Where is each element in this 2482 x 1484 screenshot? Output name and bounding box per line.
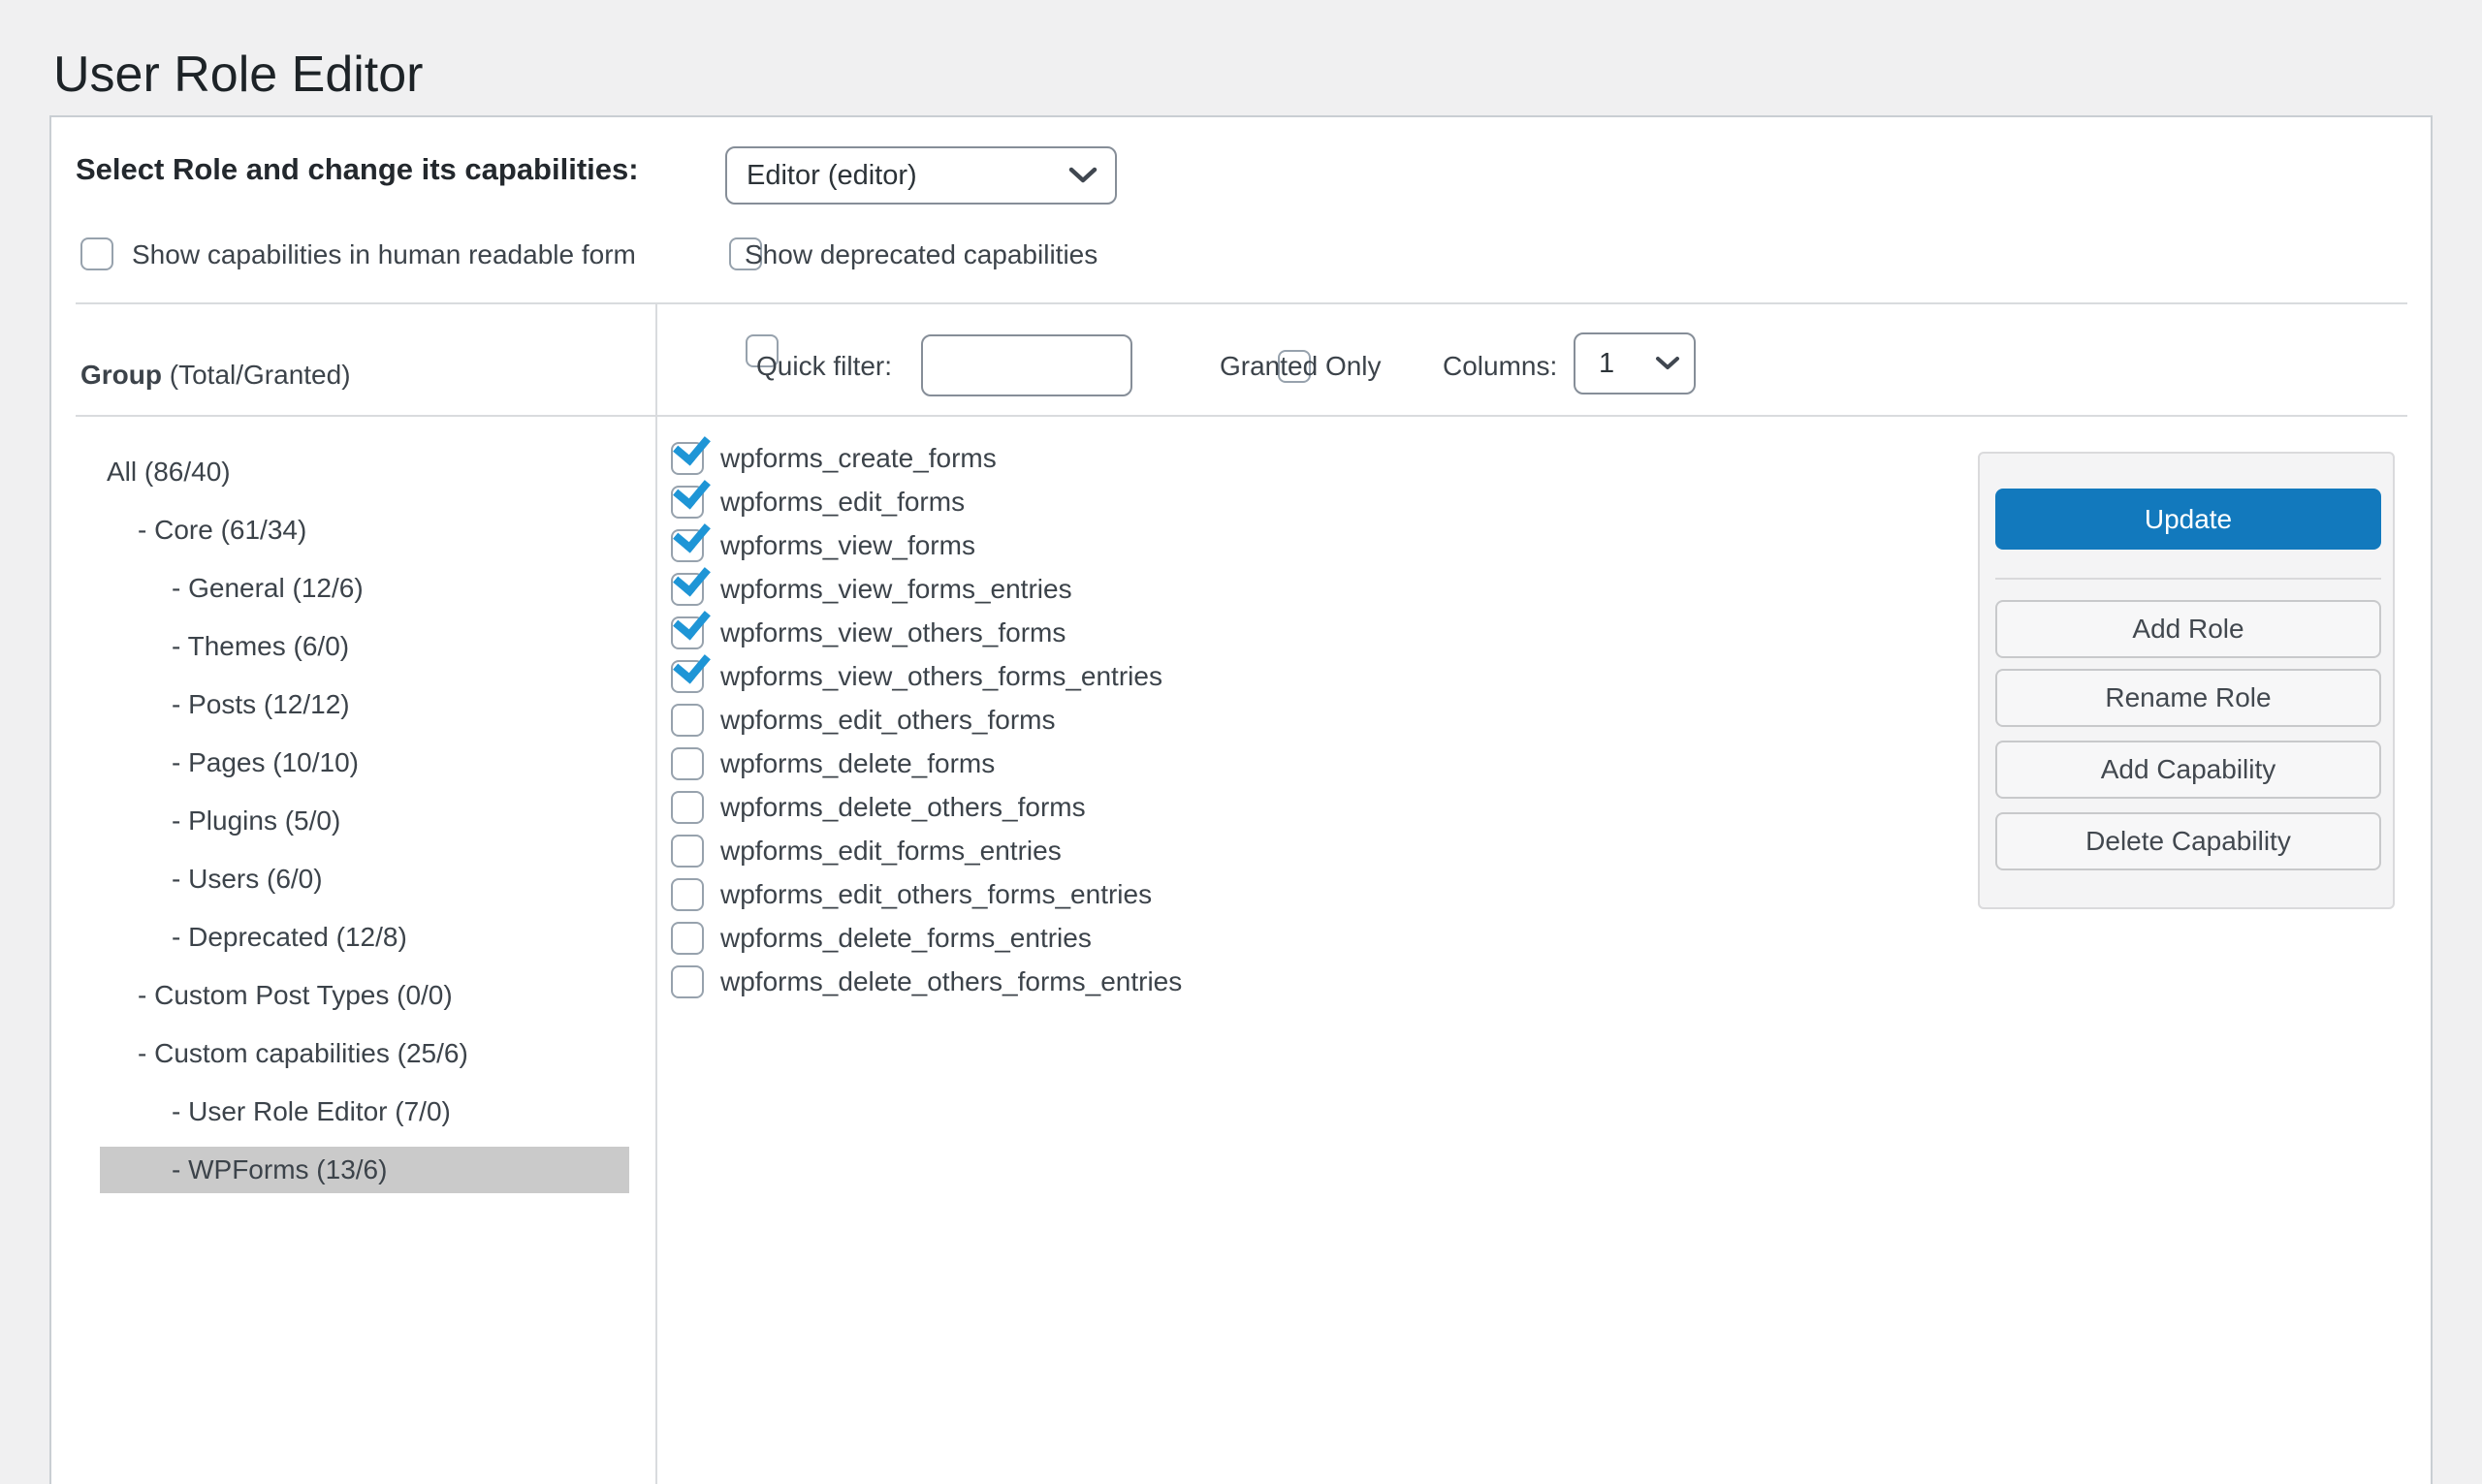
capability-label: wpforms_delete_others_forms (720, 792, 1086, 823)
capability-checkbox[interactable] (671, 965, 704, 998)
capability-checkbox[interactable] (671, 835, 704, 868)
group-tree-item-label: - Custom capabilities (25/6) (138, 1038, 468, 1068)
quick-filter-label: Quick filter: (756, 350, 892, 383)
capability-checkbox-checked[interactable] (671, 573, 704, 606)
vertical-divider (655, 304, 657, 1484)
capability-row: wpforms_edit_forms_entries (671, 829, 1834, 872)
capability-label: wpforms_delete_forms_entries (720, 923, 1092, 954)
action-panel: Update Add Role Rename Role Add Capabili… (1978, 452, 2395, 909)
role-select-label: Select Role and change its capabilities: (76, 151, 639, 188)
header-divider (76, 415, 2407, 417)
capability-label: wpforms_view_others_forms (720, 617, 1066, 648)
columns-select-value: 1 (1599, 348, 1614, 380)
add-role-button[interactable]: Add Role (1995, 600, 2381, 658)
capability-row: wpforms_delete_forms (671, 742, 1834, 785)
group-tree-item[interactable]: - Pages (10/10) (100, 740, 629, 786)
group-tree-item[interactable]: - Core (61/34) (100, 507, 629, 553)
capability-row: wpforms_view_others_forms (671, 611, 1834, 654)
capability-row: wpforms_edit_others_forms_entries (671, 872, 1834, 916)
capability-label: wpforms_edit_forms (720, 487, 965, 518)
group-tree-item[interactable]: - Custom Post Types (0/0) (100, 972, 629, 1019)
group-tree: All (86/40) - Core (61/34) - General (12/6… (100, 449, 629, 1205)
capability-checkbox-checked[interactable] (671, 486, 704, 519)
group-tree-item[interactable]: - Custom capabilities (25/6) (100, 1030, 629, 1077)
group-tree-item-label: - Plugins (5/0) (172, 805, 340, 836)
delete-capability-button[interactable]: Delete Capability (1995, 812, 2381, 870)
group-tree-item[interactable]: - Themes (6/0) (100, 623, 629, 670)
capability-label: wpforms_view_others_forms_entries (720, 661, 1162, 692)
capability-checkbox-checked[interactable] (671, 529, 704, 562)
granted-only-label: Granted Only (1220, 350, 1382, 383)
capability-checkbox[interactable] (671, 704, 704, 737)
group-tree-item-label: - Themes (6/0) (172, 631, 349, 661)
group-tree-item[interactable]: - General (12/6) (100, 565, 629, 612)
capability-label: wpforms_delete_forms (720, 748, 995, 779)
group-tree-item-label: - User Role Editor (7/0) (172, 1096, 451, 1126)
capability-checkbox[interactable] (671, 878, 704, 911)
group-tree-item[interactable]: - Deprecated (12/8) (100, 914, 629, 961)
quick-filter-input[interactable] (921, 334, 1132, 396)
group-tree-item-label: - Users (6/0) (172, 864, 323, 894)
capability-label: wpforms_edit_forms_entries (720, 836, 1062, 867)
deprecated-label: Show deprecated capabilities (745, 238, 1098, 271)
columns-select[interactable]: 1 (1574, 332, 1696, 395)
group-tree-item[interactable]: - Plugins (5/0) (100, 798, 629, 844)
group-tree-item[interactable]: - Users (6/0) (100, 856, 629, 902)
role-select-value: Editor (editor) (747, 160, 917, 192)
user-role-editor-page: User Role Editor Select Role and change … (0, 0, 2482, 1484)
capability-label: wpforms_edit_others_forms (720, 705, 1055, 736)
capability-row: wpforms_delete_others_forms_entries (671, 960, 1834, 1003)
group-tree-item-label: - Custom Post Types (0/0) (138, 980, 453, 1010)
capability-label: wpforms_delete_others_forms_entries (720, 966, 1182, 997)
rename-role-button[interactable]: Rename Role (1995, 669, 2381, 727)
columns-label: Columns: (1443, 350, 1557, 383)
capability-row: wpforms_delete_others_forms (671, 785, 1834, 829)
page-title: User Role Editor (53, 47, 423, 103)
human-readable-label: Show capabilities in human readable form (132, 238, 636, 271)
add-capability-button[interactable]: Add Capability (1995, 741, 2381, 799)
capability-row: wpforms_edit_others_forms (671, 698, 1834, 742)
top-divider (76, 302, 2407, 304)
capability-row: wpforms_view_forms_entries (671, 567, 1834, 611)
group-tree-item-label: - Deprecated (12/8) (172, 922, 407, 952)
group-column-header: Group (Total/Granted) (80, 359, 351, 392)
chevron-down-icon (1068, 167, 1098, 184)
capability-checkbox-checked[interactable] (671, 616, 704, 649)
capability-label: wpforms_create_forms (720, 443, 997, 474)
capability-checkbox-checked[interactable] (671, 442, 704, 475)
capability-checkbox[interactable] (671, 747, 704, 780)
human-readable-checkbox[interactable] (80, 237, 113, 270)
capability-row: wpforms_view_forms (671, 523, 1834, 567)
group-tree-item-label: - WPForms (13/6) (172, 1154, 387, 1184)
capability-row: wpforms_edit_forms (671, 480, 1834, 523)
action-panel-divider (1995, 578, 2381, 580)
group-tree-item-label: - Posts (12/12) (172, 689, 350, 719)
capability-label: wpforms_view_forms (720, 530, 975, 561)
capability-row: wpforms_create_forms (671, 436, 1834, 480)
group-header-bold: Group (80, 360, 162, 390)
capability-checkbox-checked[interactable] (671, 660, 704, 693)
capability-label: wpforms_view_forms_entries (720, 574, 1072, 605)
group-tree-item[interactable]: - Posts (12/12) (100, 681, 629, 728)
capability-label: wpforms_edit_others_forms_entries (720, 879, 1152, 910)
group-tree-item-label: All (86/40) (107, 457, 231, 487)
capability-checkbox[interactable] (671, 922, 704, 955)
capability-row: wpforms_delete_forms_entries (671, 916, 1834, 960)
role-select[interactable]: Editor (editor) (725, 146, 1117, 205)
group-tree-item-label: - Pages (10/10) (172, 747, 359, 777)
group-tree-item[interactable]: - WPForms (13/6) (100, 1147, 629, 1193)
group-header-rest: (Total/Granted) (162, 360, 351, 390)
chevron-down-icon (1655, 356, 1680, 371)
group-tree-item[interactable]: All (86/40) (100, 449, 629, 495)
capability-row: wpforms_view_others_forms_entries (671, 654, 1834, 698)
capabilities-list: wpforms_create_forms wpforms_edit_formswp… (671, 436, 1834, 1003)
group-tree-item-label: - General (12/6) (172, 573, 364, 603)
update-button[interactable]: Update (1995, 489, 2381, 550)
group-tree-item[interactable]: - User Role Editor (7/0) (100, 1089, 629, 1135)
group-tree-item-label: - Core (61/34) (138, 515, 306, 545)
capability-checkbox[interactable] (671, 791, 704, 824)
